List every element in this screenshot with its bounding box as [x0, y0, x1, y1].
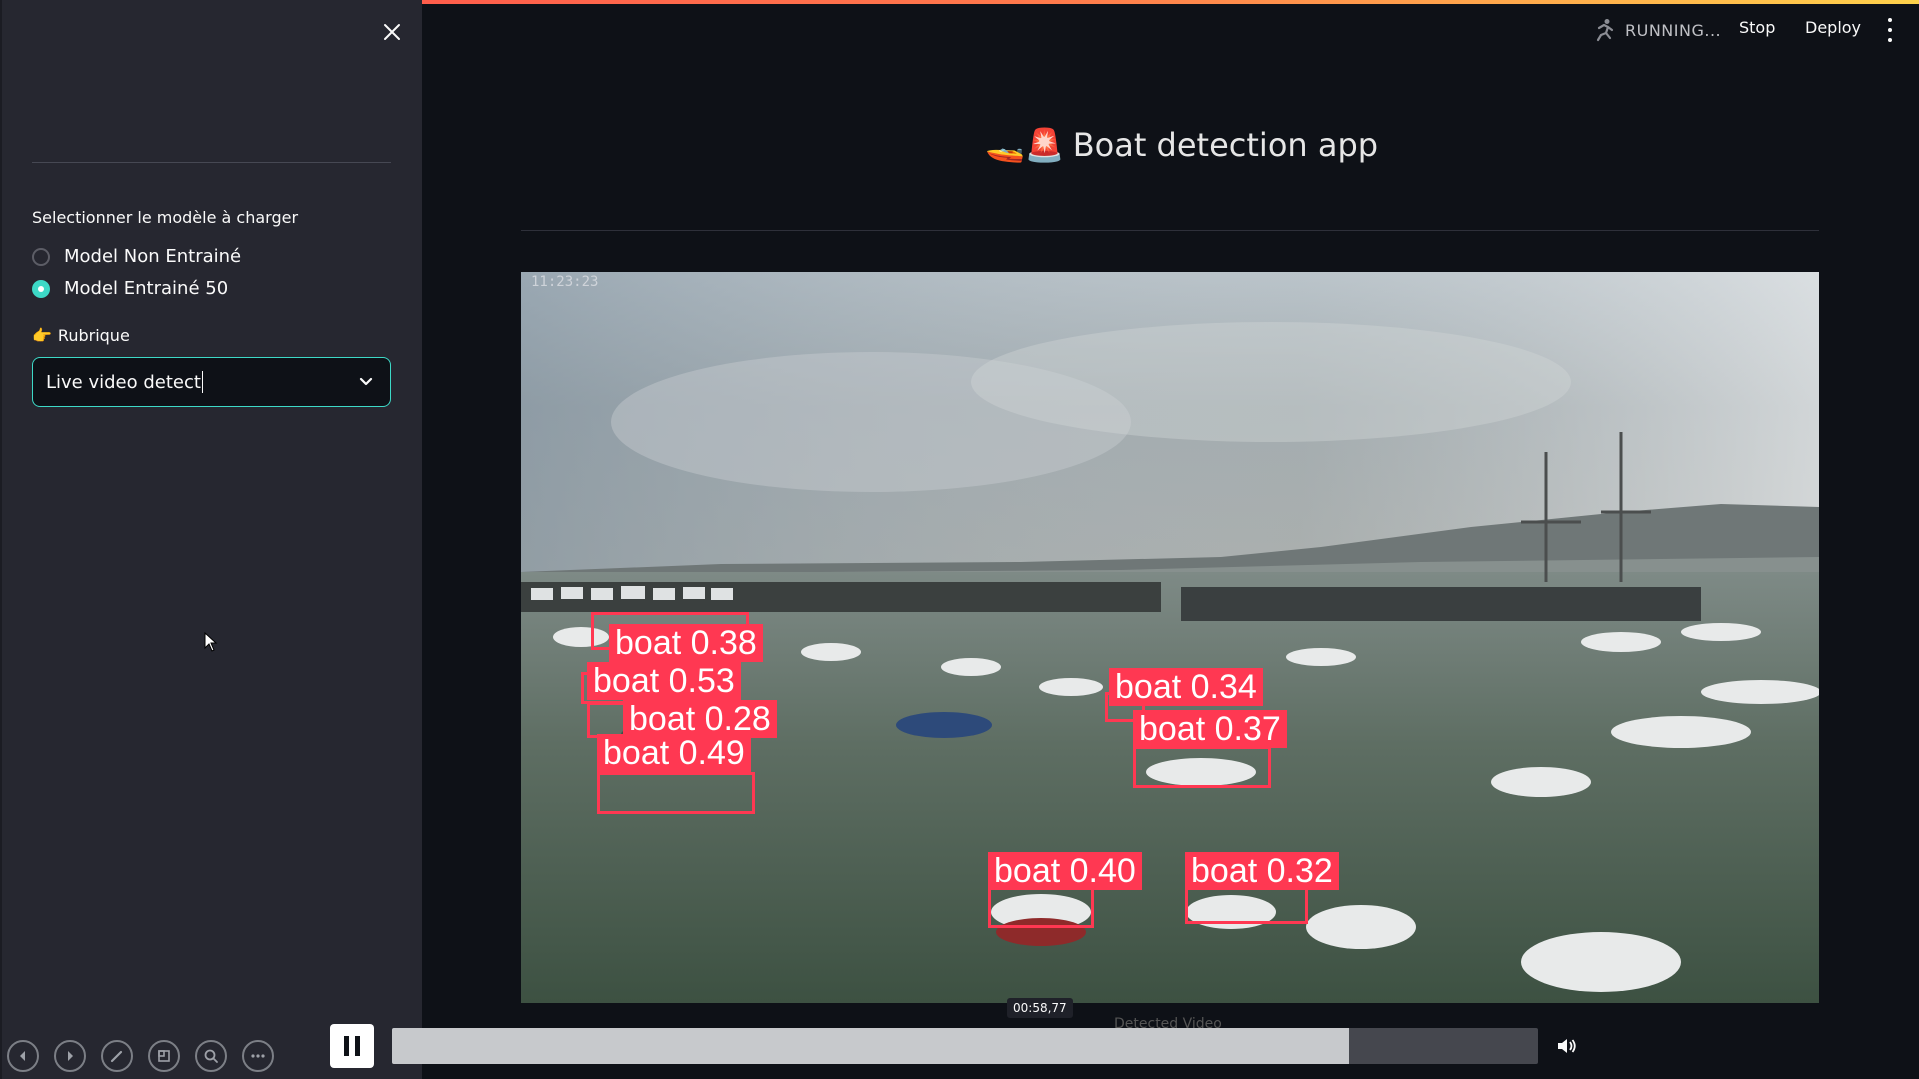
pen-icon [110, 1050, 123, 1063]
menu-dot [1888, 28, 1892, 32]
page-title-text: Boat detection app [1072, 126, 1379, 164]
speaker-icon [1558, 1039, 1576, 1053]
mouse-cursor-icon [204, 632, 218, 652]
radio-unchecked-icon[interactable] [32, 247, 50, 266]
stop-button[interactable]: Stop [1739, 18, 1775, 37]
chevron-down-icon [359, 377, 373, 386]
detection-box [988, 886, 1094, 928]
detection-label: boat 0.53 [587, 662, 741, 700]
back-arrow-icon [20, 1051, 25, 1061]
radio-checked-icon[interactable] [32, 279, 50, 298]
detection-label: boat 0.49 [597, 734, 751, 772]
deploy-button[interactable]: Deploy [1805, 18, 1861, 37]
radio-model-non-entraine[interactable]: Model Non Entrainé [32, 246, 241, 267]
detection-box [597, 772, 755, 814]
detection-label: boat 0.28 [623, 700, 777, 738]
detection-label: boat 0.37 [1133, 710, 1287, 748]
close-sidebar-button[interactable] [378, 18, 406, 46]
detection-box [1185, 884, 1308, 924]
magnifier-icon [204, 1049, 218, 1063]
radio-label: Model Non Entrainé [64, 246, 242, 267]
pointing-hand-icon: 👉 [32, 326, 52, 345]
detection-label: boat 0.40 [988, 852, 1142, 890]
radio-label: Model Entrainé 50 [64, 278, 229, 299]
menu-dot [1888, 18, 1892, 22]
detection-label: boat 0.34 [1109, 668, 1263, 706]
select-value: Live video detect [46, 371, 201, 393]
radio-model-entraine-50[interactable]: Model Entrainé 50 [32, 278, 228, 299]
sidebar-edge [0, 0, 2, 1079]
rubrique-select[interactable]: Live video detect [32, 357, 391, 407]
volume-button[interactable] [1552, 1031, 1582, 1061]
more-options-button[interactable] [242, 1040, 274, 1072]
detection-box [1133, 746, 1271, 788]
progress-fill [392, 1028, 1349, 1064]
status-text: RUNNING... [1625, 20, 1722, 40]
model-select-label: Selectionner le modèle à charger [32, 208, 299, 227]
title-divider [521, 230, 1819, 231]
previous-button[interactable] [7, 1040, 39, 1072]
forward-arrow-icon [68, 1051, 73, 1061]
draw-button[interactable] [101, 1040, 133, 1072]
video-progress-bar[interactable] [392, 1028, 1538, 1064]
detection-label: boat 0.38 [609, 624, 763, 662]
rubrique-label-text: Rubrique [57, 326, 130, 345]
zoom-button[interactable] [195, 1040, 227, 1072]
pause-bar [355, 1036, 360, 1056]
rubrique-label: 👉 Rubrique [32, 326, 130, 345]
crop-icon [158, 1050, 170, 1062]
close-icon [384, 24, 400, 40]
menu-dot [1888, 38, 1892, 42]
current-time-tooltip: 00:58,77 [1007, 998, 1073, 1018]
sidebar-divider [32, 162, 391, 163]
running-status: RUNNING... [1593, 18, 1721, 42]
next-button[interactable] [54, 1040, 86, 1072]
video-frame[interactable]: 11:23:23 boat 0.38 boat 0.53 boat 0.28 b… [521, 272, 1819, 1003]
sidebar: Selectionner le modèle à charger Model N… [0, 0, 422, 1079]
video-timestamp: 11:23:23 [531, 274, 599, 290]
main-menu-button[interactable] [1885, 18, 1895, 42]
pause-bar [344, 1036, 349, 1056]
page-title: 🚤🚨 Boat detection app [985, 126, 1378, 164]
ellipsis-icon [251, 1054, 265, 1058]
running-man-icon [1596, 19, 1614, 42]
crop-button[interactable] [148, 1040, 180, 1072]
text-caret [201, 371, 203, 393]
pause-button[interactable] [330, 1024, 374, 1068]
boat-siren-emoji-icon: 🚤🚨 [985, 126, 1065, 164]
detection-label: boat 0.32 [1185, 852, 1339, 890]
